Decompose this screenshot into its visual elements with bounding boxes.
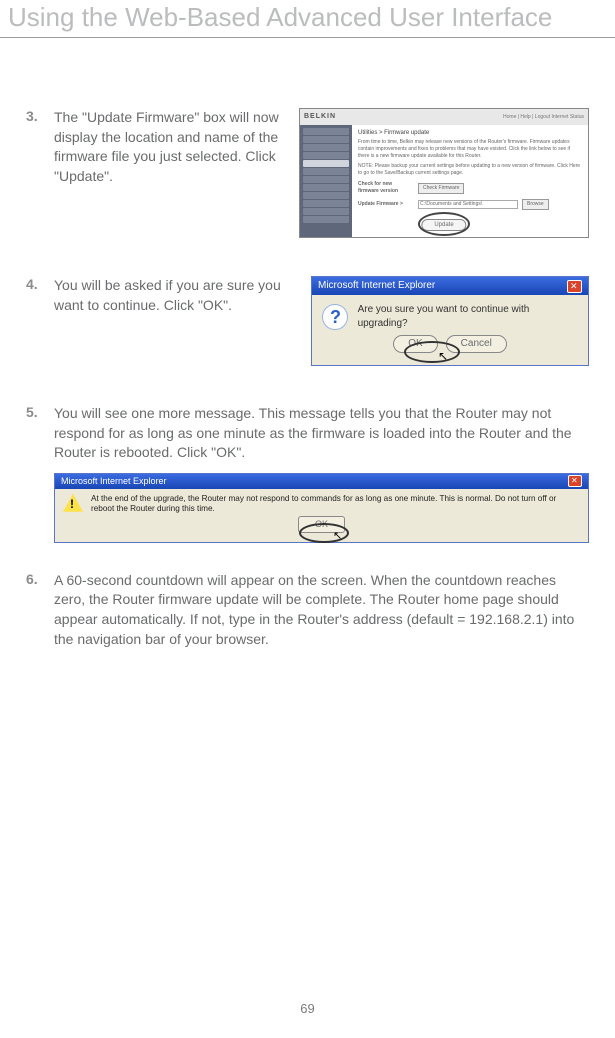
cursor-icon: ↖ xyxy=(333,529,342,544)
step-4: 4. You will be asked if you are sure you… xyxy=(26,276,589,366)
step-5: 5. You will see one more message. This m… xyxy=(26,404,589,543)
step-number: 6. xyxy=(26,571,54,649)
panel-desc-2: NOTE: Please backup your current setting… xyxy=(358,163,582,177)
panel-desc-1: From time to time, Belkin may release ne… xyxy=(358,139,582,160)
step-text: The "Update Firmware" box will now displ… xyxy=(54,108,285,186)
content-area: 3. The "Update Firmware" box will now di… xyxy=(0,38,615,649)
step-text: You will be asked if you are sure you wa… xyxy=(54,276,297,315)
step-6: 6. A 60-second countdown will appear on … xyxy=(26,571,589,649)
dialog-message: At the end of the upgrade, the Router ma… xyxy=(91,494,580,515)
firmware-path-field[interactable]: C:\Documents and Settings\ xyxy=(418,200,518,209)
check-firmware-label: Check for new firmware version xyxy=(358,181,414,195)
header-links: Home | Help | Logout Internet Status xyxy=(503,114,584,121)
step-number: 4. xyxy=(26,276,54,366)
browse-button[interactable]: Browse xyxy=(522,199,549,210)
annotation-circle xyxy=(404,341,460,363)
close-icon[interactable] xyxy=(568,475,582,487)
annotation-circle xyxy=(418,212,470,236)
warning-icon xyxy=(63,494,83,512)
step-3: 3. The "Update Firmware" box will now di… xyxy=(26,108,589,238)
dialog-message: Are you sure you want to continue with u… xyxy=(358,303,578,331)
update-firmware-label: Update Firmware > xyxy=(358,201,414,208)
step-number: 5. xyxy=(26,404,54,543)
step-text: You will see one more message. This mess… xyxy=(54,404,589,463)
belkin-logo: BELKIN xyxy=(304,112,336,122)
ie-warning-dialog: Microsoft Internet Explorer At the end o… xyxy=(54,473,589,543)
ie-confirm-dialog: Microsoft Internet Explorer Are you sure… xyxy=(311,276,589,366)
close-icon[interactable] xyxy=(567,280,582,293)
dialog-title: Microsoft Internet Explorer xyxy=(318,279,435,293)
dialog-title: Microsoft Internet Explorer xyxy=(61,475,167,488)
panel-heading: Utilities > Firmware update xyxy=(358,129,582,137)
sidebar-nav xyxy=(300,125,352,237)
step-text: A 60-second countdown will appear on the… xyxy=(54,571,589,649)
router-admin-screenshot: BELKIN Home | Help | Logout Internet Sta… xyxy=(299,108,589,238)
cursor-icon: ↖ xyxy=(438,348,448,365)
check-firmware-button[interactable]: Check Firmware xyxy=(418,183,464,194)
question-icon xyxy=(322,304,348,330)
step-number: 3. xyxy=(26,108,54,238)
page-number: 69 xyxy=(300,1001,314,1016)
page-title: Using the Web-Based Advanced User Interf… xyxy=(0,0,615,33)
